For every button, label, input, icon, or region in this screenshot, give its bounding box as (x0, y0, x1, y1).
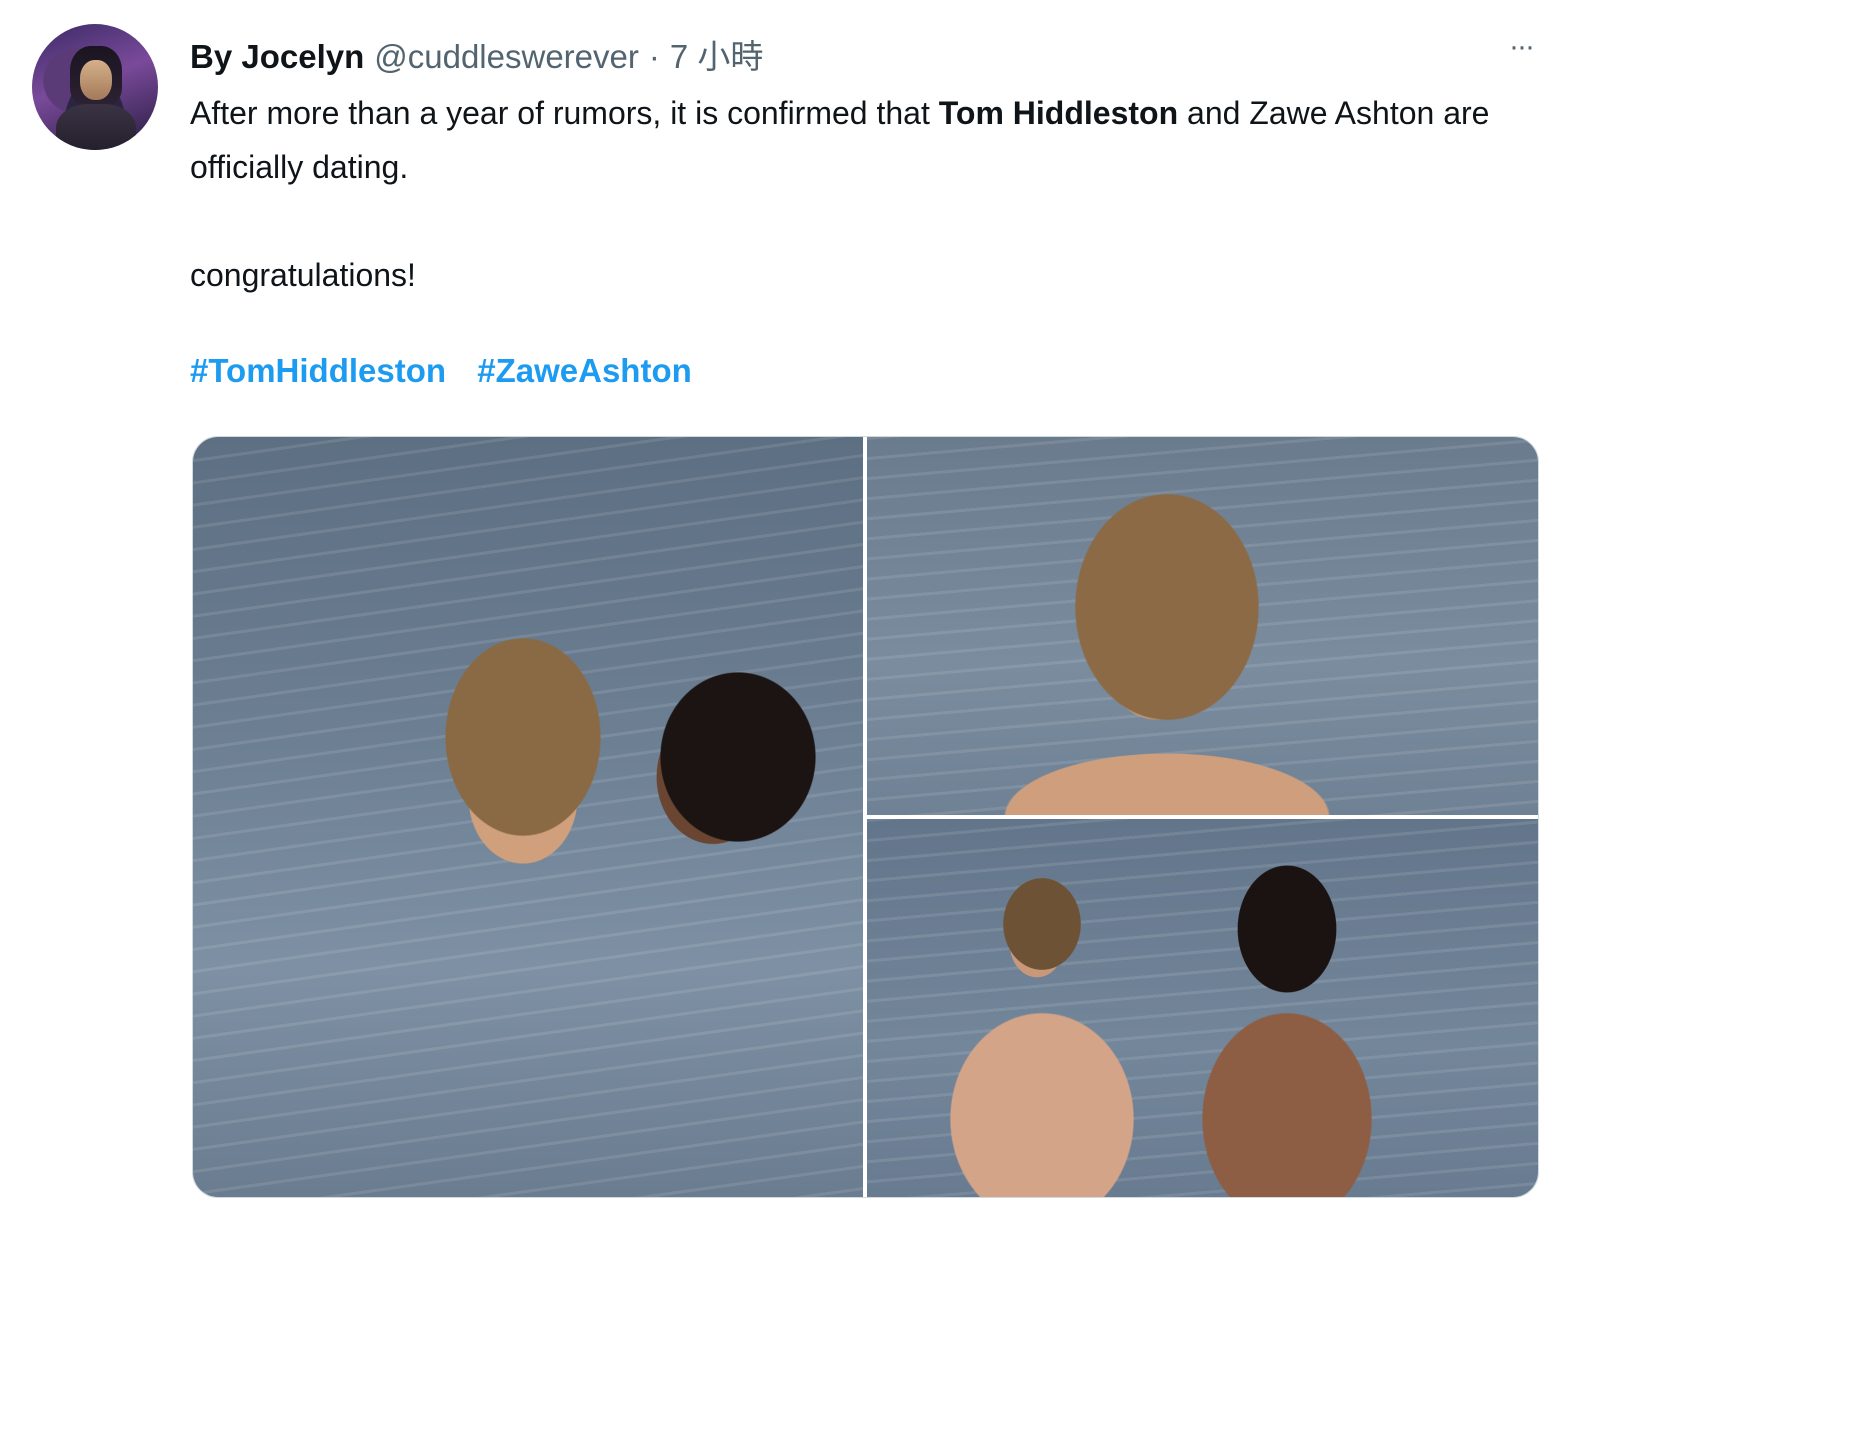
photo-couple-kissing[interactable] (193, 437, 863, 1197)
hashtags: #TomHiddleston #ZaweAshton (190, 352, 714, 390)
display-name[interactable]: By Jocelyn (190, 38, 364, 76)
tweet-text-part: After more than a year of rumors, it is … (190, 95, 939, 131)
tweet-timestamp[interactable]: 7 小時 (670, 30, 764, 78)
more-horizontal-icon[interactable]: ··· (1509, 30, 1535, 64)
tweet-header: By Jocelyn @cuddleswerever · 7 小時 (190, 30, 763, 75)
photo-man-in-water[interactable] (867, 437, 1538, 815)
photo-couple-standing[interactable] (867, 819, 1538, 1197)
hashtag-link[interactable]: #TomHiddleston (190, 352, 446, 389)
avatar-face (80, 60, 112, 100)
header-separator: · (648, 38, 660, 75)
tweet-paragraph: congratulations! (190, 257, 416, 293)
avatar[interactable] (32, 24, 158, 150)
tweet-paragraph: After more than a year of rumors, it is … (190, 86, 1530, 194)
tweet-text: After more than a year of rumors, it is … (190, 86, 1530, 302)
avatar-suit (56, 104, 136, 150)
hashtag-link[interactable]: #ZaweAshton (477, 352, 692, 389)
tweet-text-bold: Tom Hiddleston (938, 95, 1179, 131)
media-grid (192, 436, 1539, 1198)
user-handle[interactable]: @cuddleswerever (374, 38, 639, 76)
